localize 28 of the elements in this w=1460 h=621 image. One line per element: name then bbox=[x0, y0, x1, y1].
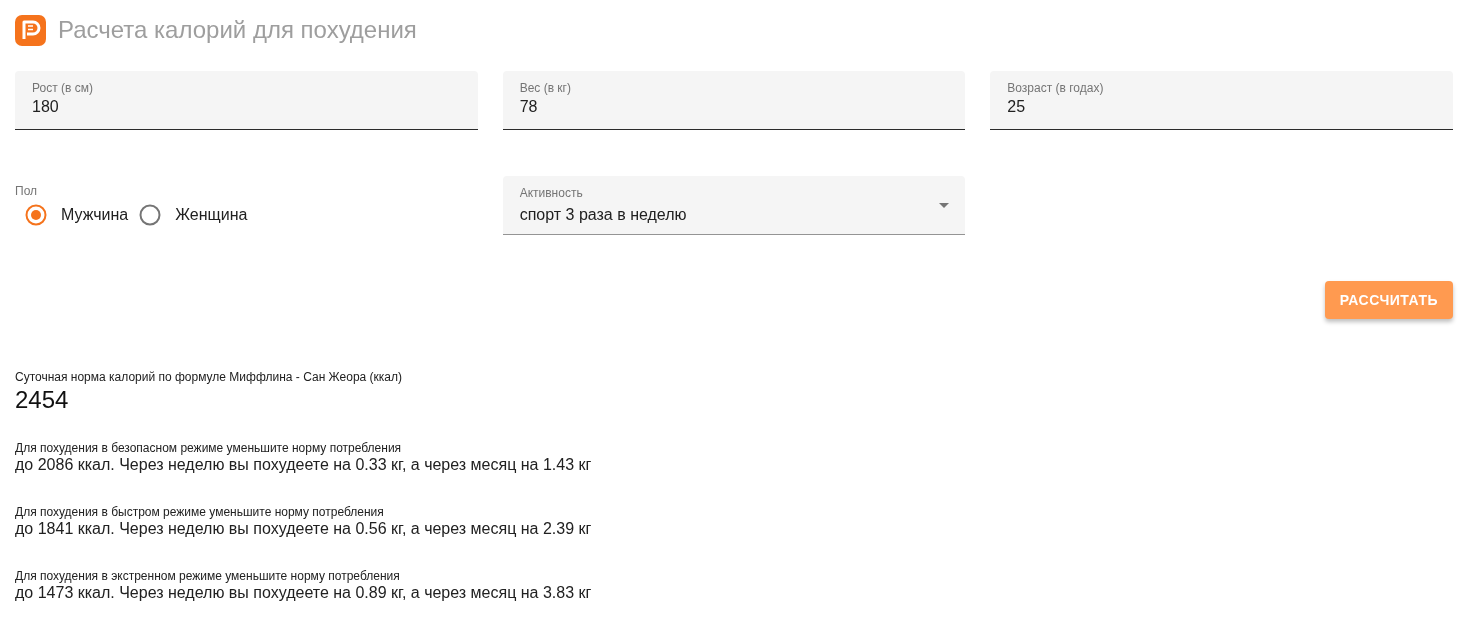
option-label[interactable]: Мужчина bbox=[61, 206, 129, 224]
group-label: Пол bbox=[15, 184, 38, 198]
field-value: 78 bbox=[519, 97, 538, 117]
plan-label: Для похудения в экстренном режиме уменьшите норму потребления bbox=[15, 569, 400, 583]
field-value: спорт 3 раза в неделю bbox=[519, 205, 687, 225]
plan-text: до 1473 ккал. Через неделю вы похудеете на 0.89 кг, а через месяц на 3.83 кг bbox=[15, 583, 592, 602]
field-label: Рост (в см) bbox=[32, 81, 93, 95]
field-label: Активность bbox=[519, 186, 583, 200]
dropdown-field[interactable]: Активность спорт 3 раза в неделю bbox=[502, 176, 966, 235]
result-label: Суточная норма калорий по формуле Миффлина - Сан Жеора (ккал) bbox=[15, 370, 402, 384]
radio-button[interactable] bbox=[139, 204, 162, 226]
radio-button[interactable] bbox=[25, 204, 47, 226]
field-value: 25 bbox=[1007, 97, 1026, 117]
plan-label: Для похудения в быстром режиме уменьшите норму потребления bbox=[15, 505, 384, 519]
page-title: Расчета калорий для похудения bbox=[58, 16, 417, 44]
calorie-value: 2454 bbox=[15, 386, 69, 414]
plan-text: до 1841 ккал. Через неделю вы похудеете на 0.56 кг, а через месяц на 2.39 кг bbox=[15, 519, 592, 538]
input-field[interactable]: Возраст (в годах) 25 bbox=[990, 71, 1453, 130]
input-field[interactable]: Вес (в кг) 78 bbox=[502, 71, 966, 130]
field-value: 180 bbox=[32, 97, 59, 117]
input-field[interactable]: Рост (в см) 180 bbox=[15, 71, 478, 130]
plan-label: Для похудения в безопасном режиме уменьшите норму потребления bbox=[15, 441, 402, 455]
plan-text: до 2086 ккал. Через неделю вы похудеете на 0.33 кг, а через месяц на 1.43 кг bbox=[15, 455, 592, 474]
logo-icon bbox=[15, 14, 46, 46]
caret-icon bbox=[939, 203, 950, 208]
field-label: Возраст (в годах) bbox=[1007, 81, 1104, 95]
field-label: Вес (в кг) bbox=[519, 81, 571, 95]
option-label[interactable]: Женщина bbox=[175, 206, 248, 224]
